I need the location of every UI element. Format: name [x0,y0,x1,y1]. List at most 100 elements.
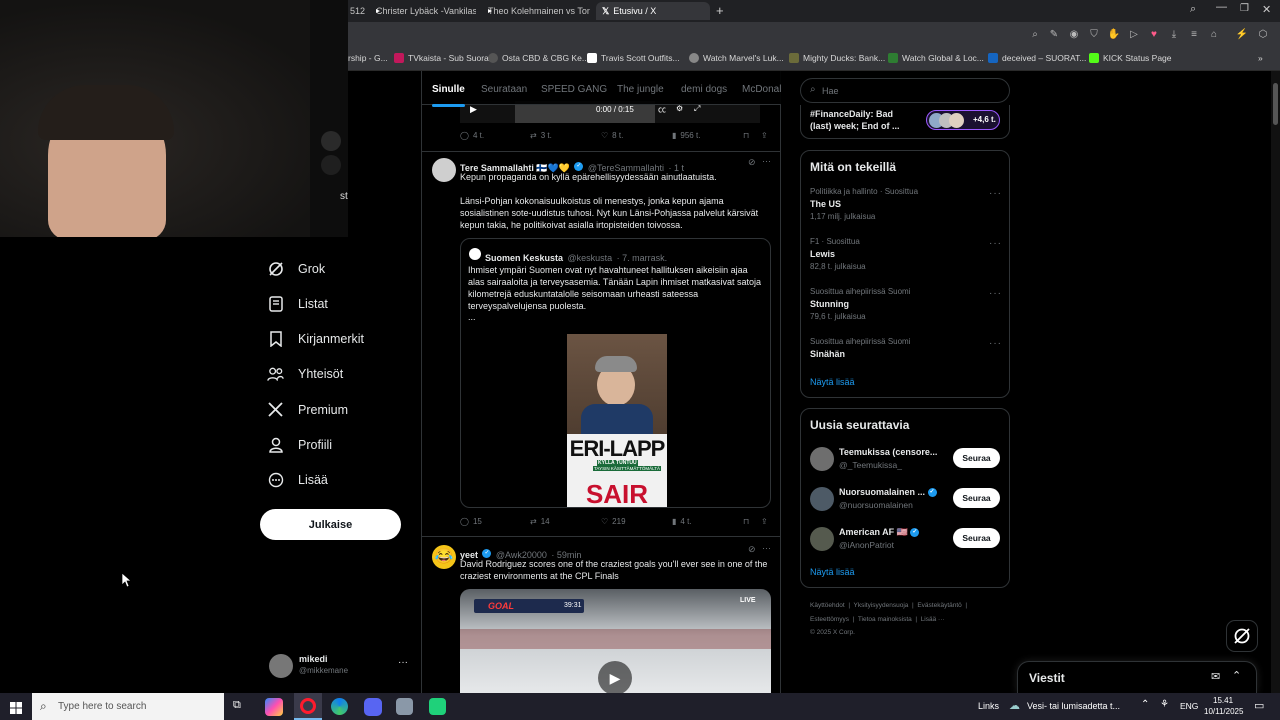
browser-tab[interactable]: Theo Kolehmainen vs Ton [478,2,590,20]
repost-button[interactable]: ⇄ 3 t. [530,131,552,140]
share-button[interactable]: ⇪ [761,517,768,526]
edit-icon[interactable]: ✎ [1047,28,1061,42]
reply-button[interactable]: ◯ 15 [460,517,482,526]
clock-time[interactable]: 15.41 [1213,696,1233,705]
play-icon[interactable]: ▶ [598,661,632,693]
follow-suggestion[interactable]: Nuorsuomalainen ... ✓ @nuorsuomalainen S… [801,484,1009,514]
laughing-emoji-avatar[interactable]: 😂 [432,545,456,569]
network-icon[interactable]: ⚘ [1160,699,1169,710]
clock-date[interactable]: 10/11/2025 [1204,707,1243,716]
close-window-button[interactable]: ✕ [1262,3,1271,16]
views-button[interactable]: ▮ 956 t. [672,131,700,140]
scrollbar-thumb[interactable] [1273,83,1278,125]
tweet-video[interactable]: GOAL 39:31 LIVE ▶ [460,589,771,693]
tab-demi-dogs[interactable]: demi dogs [681,84,727,95]
language-indicator[interactable]: ENG [1180,701,1198,711]
footer-link[interactable]: Tietoa mainoksista [858,616,912,623]
footer-link[interactable]: Evästekäytäntö [917,602,961,609]
browser-tab-active[interactable]: 𝕏 Etusivu / X [596,2,710,20]
menu-icon[interactable]: ≡ [1187,28,1201,42]
sidebar-item-premium[interactable]: Premium [267,401,348,418]
shield-icon[interactable]: ⛉ [1087,28,1101,42]
like-button[interactable]: ♡ 8 t. [601,131,623,140]
footer-link[interactable]: Lisää ··· [921,616,945,623]
tab-speed-gang[interactable]: SPEED GANG [541,84,607,95]
views-button[interactable]: ▮ 4 t. [672,517,692,526]
chevron-up-icon[interactable]: ⌃ [1232,669,1241,682]
camera-icon[interactable]: ◉ [1067,28,1081,42]
search-input[interactable]: Hae [822,86,839,96]
quoted-tweet[interactable]: Suomen Keskusta @keskusta · 7. marrask. … [460,238,771,508]
sidebar-item-more[interactable]: Lisää [267,471,328,488]
bookmark-item[interactable]: TVkaista - Sub Suora [394,53,489,63]
discord-icon[interactable] [364,698,382,716]
more-options-icon[interactable]: ··· [989,288,1002,299]
account-menu-icon[interactable]: ··· [398,657,408,668]
follow-button[interactable]: Seuraa [953,528,1000,548]
bookmark-button[interactable]: ⊓ [743,517,749,526]
sidebar-item-profile[interactable]: Profiili [267,436,332,453]
grok-icon[interactable]: ⊘ [748,157,756,168]
show-more-link[interactable]: Näytä lisää [810,377,855,387]
post-button[interactable]: Julkaise [260,509,401,540]
sidebar-item-grok[interactable]: Grok [267,260,325,277]
lock-icon[interactable]: ⌂ [1207,28,1221,42]
more-options-icon[interactable]: ··· [762,156,771,166]
scrollbar[interactable] [1271,71,1280,693]
browser-tab[interactable]: Christer Lybäck -Vankilast [366,2,476,20]
new-message-icon[interactable]: ✉ [1211,670,1220,683]
play-icon[interactable]: ▶ [470,104,477,115]
trend-item[interactable]: Politiikka ja hallinto · Suosittua The U… [801,186,1009,228]
extension-icon[interactable]: ✋ [1107,28,1121,42]
follow-suggestion[interactable]: Teemukissa (censore... @_Teemukissa_ Seu… [801,444,1009,474]
footer-link[interactable]: Yksityisyydensuoja [854,602,909,609]
heart-icon[interactable]: ♥ [1147,28,1161,42]
trend-banner[interactable]: #FinanceDaily: Bad (last) week; End of .… [800,105,1010,139]
bookmark-item[interactable]: Osta CBD & CBG Ke... [488,53,589,63]
tray-chevron-icon[interactable]: ⌃ [1141,699,1149,710]
tab-for-you[interactable]: Sinulle [432,84,465,107]
download-icon[interactable]: ⤓ [1167,28,1181,42]
messages-drawer[interactable]: Viestit ✉ ⌃ [1017,661,1257,693]
avatar[interactable] [432,158,456,182]
follow-button[interactable]: Seuraa [953,488,1000,508]
taskbar-search-input[interactable]: Type here to search [58,701,146,712]
sidebar-item-lists[interactable]: Listat [267,295,328,312]
bookmark-item[interactable]: Travis Scott Outfits... [587,53,680,63]
sidebar-item-bookmarks[interactable]: Kirjanmerkit [267,330,364,347]
share-button[interactable]: ⇪ [761,131,768,140]
settings-icon[interactable]: ⚙ [676,104,683,113]
minimize-button[interactable]: — [1216,1,1227,13]
weather-text[interactable]: Vesi- tai lumisadetta t... [1027,701,1120,711]
bookmark-item[interactable]: KICK Status Page [1089,53,1172,63]
more-options-icon[interactable]: ··· [762,543,771,553]
grok-icon[interactable]: ⊘ [748,544,756,555]
tab-mcdonal[interactable]: McDonal [742,84,781,95]
captions-icon[interactable]: ㏄ [658,104,666,115]
bookmark-item[interactable]: Mighty Ducks: Bank... [789,53,885,63]
like-button[interactable]: ♡ 219 [601,517,626,526]
bookmark-item[interactable]: rship - G... [348,53,388,63]
bookmark-item[interactable]: Watch Global & Loc... [888,53,984,63]
search-tabs-icon[interactable]: ⌕ [1190,3,1196,16]
footer-link[interactable]: Esteettömyys [810,616,849,623]
bookmarks-overflow-icon[interactable]: » [1258,53,1263,63]
trend-item[interactable]: Suosittua aihepiirissä Suomi Sinähän ··· [801,336,1009,366]
follow-button[interactable]: Seuraa [953,448,1000,468]
trend-item[interactable]: F1 · Suosittua Lewis 82,8 t. julkaisua ·… [801,236,1009,278]
bookmark-item[interactable]: Watch Marvel's Luk... [689,53,784,63]
sidebar-icon[interactable]: ⚡ [1235,28,1249,42]
grok-floating-button[interactable] [1226,620,1258,652]
more-options-icon[interactable]: ··· [989,188,1002,199]
links-toolbar[interactable]: Links [978,701,999,711]
sidebar-item-communities[interactable]: Yhteisöt [267,365,343,382]
footer-link[interactable]: Käyttöehdot [810,602,845,609]
new-tab-button[interactable]: + [716,3,724,18]
zoom-icon[interactable]: ⌕ [1028,28,1042,42]
app-icon-opera-active[interactable] [294,693,322,720]
app-icon-copilot[interactable] [265,698,283,716]
reply-button[interactable]: ◯ 4 t. [460,131,484,140]
tab-the-jungle[interactable]: The jungle [617,84,664,95]
app-icon-tool[interactable] [396,698,413,715]
windows-start-icon[interactable] [10,701,22,714]
